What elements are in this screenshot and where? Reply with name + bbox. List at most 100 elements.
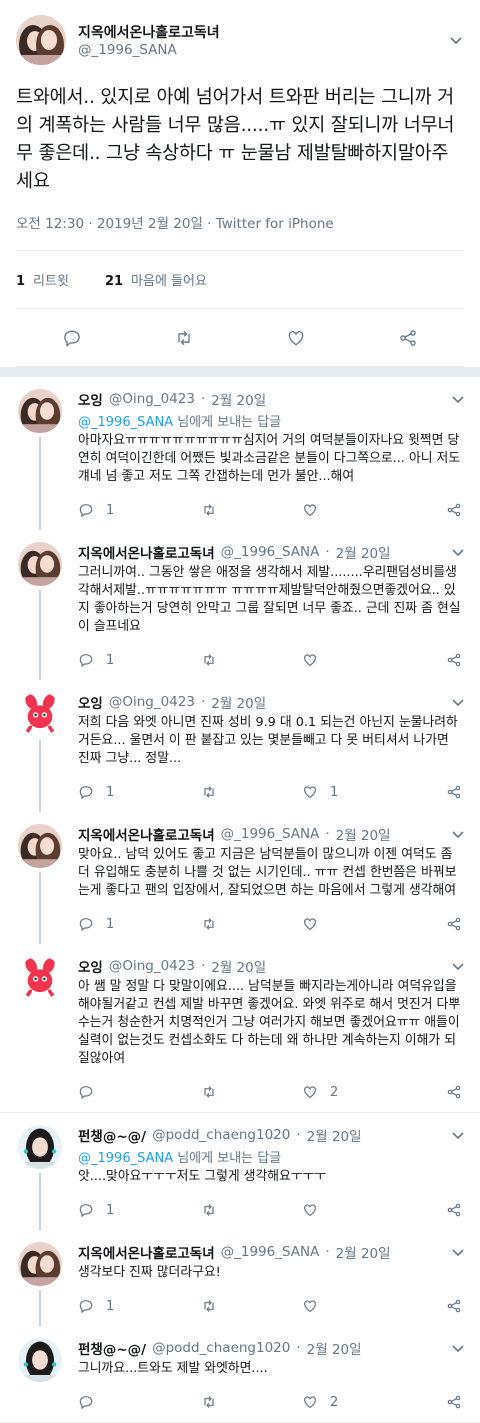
- chevron-down-icon[interactable]: [448, 32, 464, 48]
- reply-action[interactable]: 1: [78, 652, 173, 668]
- reply-tweet[interactable]: 지옥에서온나홀로고독녀 @_1996_SANA · 2월 20일 그러니까여.. 그동안…: [0, 530, 480, 680]
- chevron-down-icon[interactable]: [450, 1340, 466, 1356]
- reply-icon[interactable]: [78, 1394, 94, 1410]
- reply-tweet[interactable]: 오잉 @Oing_0423 · 2월 20일 아 쌤 말 정말 다 맞말이에요.... …: [0, 944, 480, 1113]
- reply-action[interactable]: 1: [78, 502, 173, 518]
- share-action[interactable]: [446, 1298, 462, 1314]
- reply-icon[interactable]: [78, 916, 94, 932]
- retweet-icon[interactable]: [201, 502, 217, 518]
- reply-tweet[interactable]: 펀챙@~@/ @podd_chaeng1020 · 2월 20일 @_1996_SANA…: [0, 1113, 480, 1230]
- display-name[interactable]: 펀챙@~@/: [78, 1125, 146, 1145]
- share-icon[interactable]: [446, 652, 462, 668]
- heart-icon[interactable]: [286, 328, 306, 348]
- share-icon[interactable]: [446, 1394, 462, 1410]
- avatar[interactable]: [18, 956, 62, 1000]
- share-icon[interactable]: [446, 502, 462, 518]
- reply-icon[interactable]: [78, 784, 94, 800]
- reply-tweet[interactable]: 지옥에서온나홀로고독녀 @_1996_SANA · 2월 20일 생각보다 진짜 많더라…: [0, 1230, 480, 1326]
- user-handle[interactable]: @_1996_SANA: [221, 544, 320, 560]
- reply-date[interactable]: 2월 20일: [211, 956, 266, 976]
- user-handle[interactable]: @_1996_SANA: [221, 826, 320, 842]
- avatar[interactable]: [18, 1338, 62, 1382]
- user-handle[interactable]: @podd_chaeng1020: [152, 1340, 290, 1356]
- heart-icon[interactable]: [302, 1394, 318, 1410]
- chevron-down-icon[interactable]: [450, 958, 466, 974]
- reply-icon[interactable]: [62, 328, 82, 348]
- heart-icon[interactable]: [302, 916, 318, 932]
- avatar[interactable]: [18, 692, 62, 736]
- reply-action[interactable]: 1: [78, 784, 173, 800]
- share-action[interactable]: [446, 916, 462, 932]
- reply-tweet[interactable]: 오잉 @Oing_0423 · 2월 20일 저희 다음 와엣 아니면 진짜 성비 9.…: [0, 680, 480, 812]
- like-action[interactable]: [268, 1202, 363, 1218]
- retweet-icon[interactable]: [201, 916, 217, 932]
- reply-date[interactable]: 2월 20일: [336, 824, 391, 844]
- share-icon[interactable]: [398, 328, 418, 348]
- like-action[interactable]: [268, 652, 363, 668]
- share-icon[interactable]: [446, 1084, 462, 1100]
- reply-icon[interactable]: [78, 1298, 94, 1314]
- like-action[interactable]: [268, 502, 363, 518]
- retweet-action[interactable]: [173, 1394, 268, 1410]
- retweet-icon[interactable]: [201, 784, 217, 800]
- reply-icon[interactable]: [78, 652, 94, 668]
- reply-tweet[interactable]: 펀챙@~@/ @podd_chaeng1020 · 2월 20일 그니까요...트와도 …: [0, 1326, 480, 1423]
- heart-icon[interactable]: [302, 1084, 318, 1100]
- retweet-action[interactable]: [173, 1298, 268, 1314]
- display-name[interactable]: 지옥에서온나홀로고독녀: [78, 1242, 215, 1262]
- heart-icon[interactable]: [302, 1202, 318, 1218]
- share-action[interactable]: [446, 1202, 462, 1218]
- reply-tweet[interactable]: 오잉 @Oing_0423 · 2월 20일 @_1996_SANA 님에게 보내는 답…: [0, 377, 480, 530]
- share-icon[interactable]: [446, 1202, 462, 1218]
- display-name[interactable]: 지옥에서온나홀로고독녀: [78, 542, 215, 562]
- reply-action[interactable]: 1: [78, 1298, 173, 1314]
- like-action[interactable]: 2: [268, 1084, 363, 1100]
- heart-icon[interactable]: [302, 652, 318, 668]
- user-handle[interactable]: @Oing_0423: [109, 391, 195, 407]
- display-name[interactable]: 오잉: [78, 692, 103, 712]
- share-action[interactable]: [446, 1394, 462, 1410]
- display-name[interactable]: 펀챙@~@/: [78, 1338, 146, 1358]
- retweet-icon[interactable]: [201, 1202, 217, 1218]
- like-action[interactable]: [268, 916, 363, 932]
- display-name[interactable]: 오잉: [78, 956, 103, 976]
- retweet-icon[interactable]: [174, 328, 194, 348]
- like-action[interactable]: 2: [268, 1394, 363, 1410]
- chevron-down-icon[interactable]: [450, 694, 466, 710]
- reply-date[interactable]: 2월 20일: [307, 1338, 362, 1358]
- display-name[interactable]: 오잉: [78, 389, 103, 409]
- reply-icon[interactable]: [78, 1202, 94, 1218]
- reply-date[interactable]: 2월 20일: [211, 389, 266, 409]
- retweet-stat[interactable]: 1 리트윗: [16, 270, 69, 289]
- tweet-timestamp[interactable]: 오전 12:30 · 2019년 2월 20일 · Twitter for iP…: [16, 212, 464, 251]
- reply-date[interactable]: 2월 20일: [336, 1242, 391, 1262]
- avatar[interactable]: [18, 389, 62, 433]
- retweet-icon[interactable]: [201, 652, 217, 668]
- retweet-action[interactable]: [173, 916, 268, 932]
- share-action[interactable]: [446, 1084, 462, 1100]
- like-action[interactable]: [268, 1298, 363, 1314]
- share-action[interactable]: [446, 502, 462, 518]
- share-icon[interactable]: [446, 1298, 462, 1314]
- retweet-icon[interactable]: [201, 1298, 217, 1314]
- share-icon[interactable]: [446, 784, 462, 800]
- reply-icon[interactable]: [78, 1084, 94, 1100]
- avatar[interactable]: [16, 15, 66, 65]
- retweet-icon[interactable]: [201, 1394, 217, 1410]
- avatar[interactable]: [18, 542, 62, 586]
- reply-to-handle[interactable]: @_1996_SANA: [78, 415, 173, 430]
- avatar[interactable]: [18, 824, 62, 868]
- retweet-action[interactable]: [173, 1202, 268, 1218]
- reply-date[interactable]: 2월 20일: [211, 692, 266, 712]
- reply-to-handle[interactable]: @_1996_SANA: [78, 1151, 173, 1166]
- user-handle[interactable]: @_1996_SANA: [78, 42, 448, 58]
- heart-icon[interactable]: [302, 784, 318, 800]
- reply-action[interactable]: 1: [78, 1202, 173, 1218]
- reply-date[interactable]: 2월 20일: [307, 1125, 362, 1145]
- display-name[interactable]: 지옥에서온나홀로고독녀: [78, 22, 448, 42]
- share-action[interactable]: [446, 784, 462, 800]
- user-handle[interactable]: @Oing_0423: [109, 694, 195, 710]
- retweet-action[interactable]: [173, 502, 268, 518]
- avatar[interactable]: [18, 1125, 62, 1169]
- share-icon[interactable]: [446, 916, 462, 932]
